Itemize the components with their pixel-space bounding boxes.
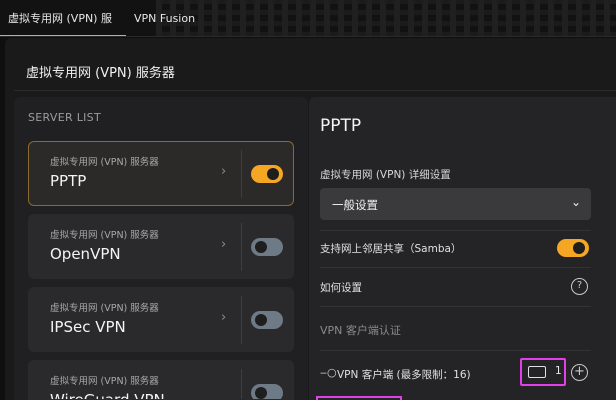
chevron-down-icon: ⌄ — [570, 195, 581, 209]
toggle-knob — [255, 241, 267, 253]
server-card-subtitle: 虚拟专用网 (VPN) 服务器 — [50, 303, 159, 314]
device-count: 1 — [555, 365, 562, 377]
client-auth-label: VPN 客户端认证 — [320, 324, 401, 337]
server-toggle-openvpn[interactable] — [251, 238, 283, 256]
highlight-box — [316, 396, 402, 400]
tab-vpn-server[interactable]: 虚拟专用网 (VPN) 服务器 — [0, 0, 126, 36]
server-list-heading: SERVER LIST — [28, 111, 101, 124]
server-card-name: PPTP — [50, 172, 87, 190]
server-card-ipsec[interactable]: 虚拟专用网 (VPN) 服务器 IPSec VPN › — [28, 287, 294, 352]
key-icon: ‒○ — [320, 366, 337, 379]
server-card-name: WireGuard VPN — [50, 391, 165, 400]
settings-select[interactable]: 一般设置 ⌄ — [320, 188, 591, 220]
card-separator — [241, 150, 242, 198]
server-card-wireguard[interactable]: 虚拟专用网 (VPN) 服务器 WireGuard VPN — [28, 360, 294, 400]
detail-title: PPTP — [320, 116, 362, 136]
row-divider — [320, 267, 591, 268]
server-card-pptp[interactable]: 虚拟专用网 (VPN) 服务器 PPTP › — [28, 141, 294, 206]
toggle-knob — [255, 387, 267, 399]
add-circle-icon[interactable]: + — [571, 364, 588, 381]
top-tab-bar: 虚拟专用网 (VPN) 服务器 VPN Fusion — [0, 0, 616, 37]
server-card-openvpn[interactable]: 虚拟专用网 (VPN) 服务器 OpenVPN › — [28, 214, 294, 279]
samba-toggle[interactable] — [557, 239, 589, 257]
chevron-right-icon[interactable]: › — [221, 164, 226, 179]
settings-select-value: 一般设置 — [332, 198, 378, 212]
divider — [14, 90, 616, 91]
row-divider — [320, 350, 591, 351]
card-separator — [241, 223, 242, 271]
server-toggle-ipsec[interactable] — [251, 311, 283, 329]
page-title: 虚拟专用网 (VPN) 服务器 — [26, 66, 175, 81]
server-card-name: OpenVPN — [50, 245, 121, 263]
row-divider — [320, 230, 591, 231]
server-card-subtitle: 虚拟专用网 (VPN) 服务器 — [50, 376, 159, 387]
server-toggle-pptp[interactable] — [251, 165, 283, 183]
server-toggle-wireguard[interactable] — [251, 384, 283, 399]
toggle-knob — [573, 242, 585, 254]
toggle-knob — [255, 314, 267, 326]
header-pattern — [156, 0, 616, 36]
row-divider — [320, 306, 591, 307]
device-icon — [528, 366, 546, 378]
help-circle-icon[interactable]: ? — [571, 278, 588, 295]
client-limit-label: VPN 客户端 (最多限制：16) — [337, 369, 471, 381]
tab-vpn-fusion[interactable]: VPN Fusion — [126, 0, 203, 36]
card-separator — [241, 296, 242, 344]
settings-label: 虚拟专用网 (VPN) 详细设置 — [320, 169, 451, 181]
server-card-subtitle: 虚拟专用网 (VPN) 服务器 — [50, 157, 159, 168]
how-to-label: 如何设置 — [320, 282, 362, 294]
toggle-knob — [267, 168, 279, 180]
chevron-right-icon[interactable]: › — [221, 310, 226, 325]
samba-label: 支持网上邻居共享（Samba） — [320, 243, 462, 255]
server-card-name: IPSec VPN — [50, 318, 126, 336]
chevron-right-icon[interactable]: › — [221, 237, 226, 252]
connected-devices[interactable]: 1 — [520, 358, 566, 386]
card-separator — [241, 369, 242, 399]
server-card-subtitle: 虚拟专用网 (VPN) 服务器 — [50, 230, 159, 241]
